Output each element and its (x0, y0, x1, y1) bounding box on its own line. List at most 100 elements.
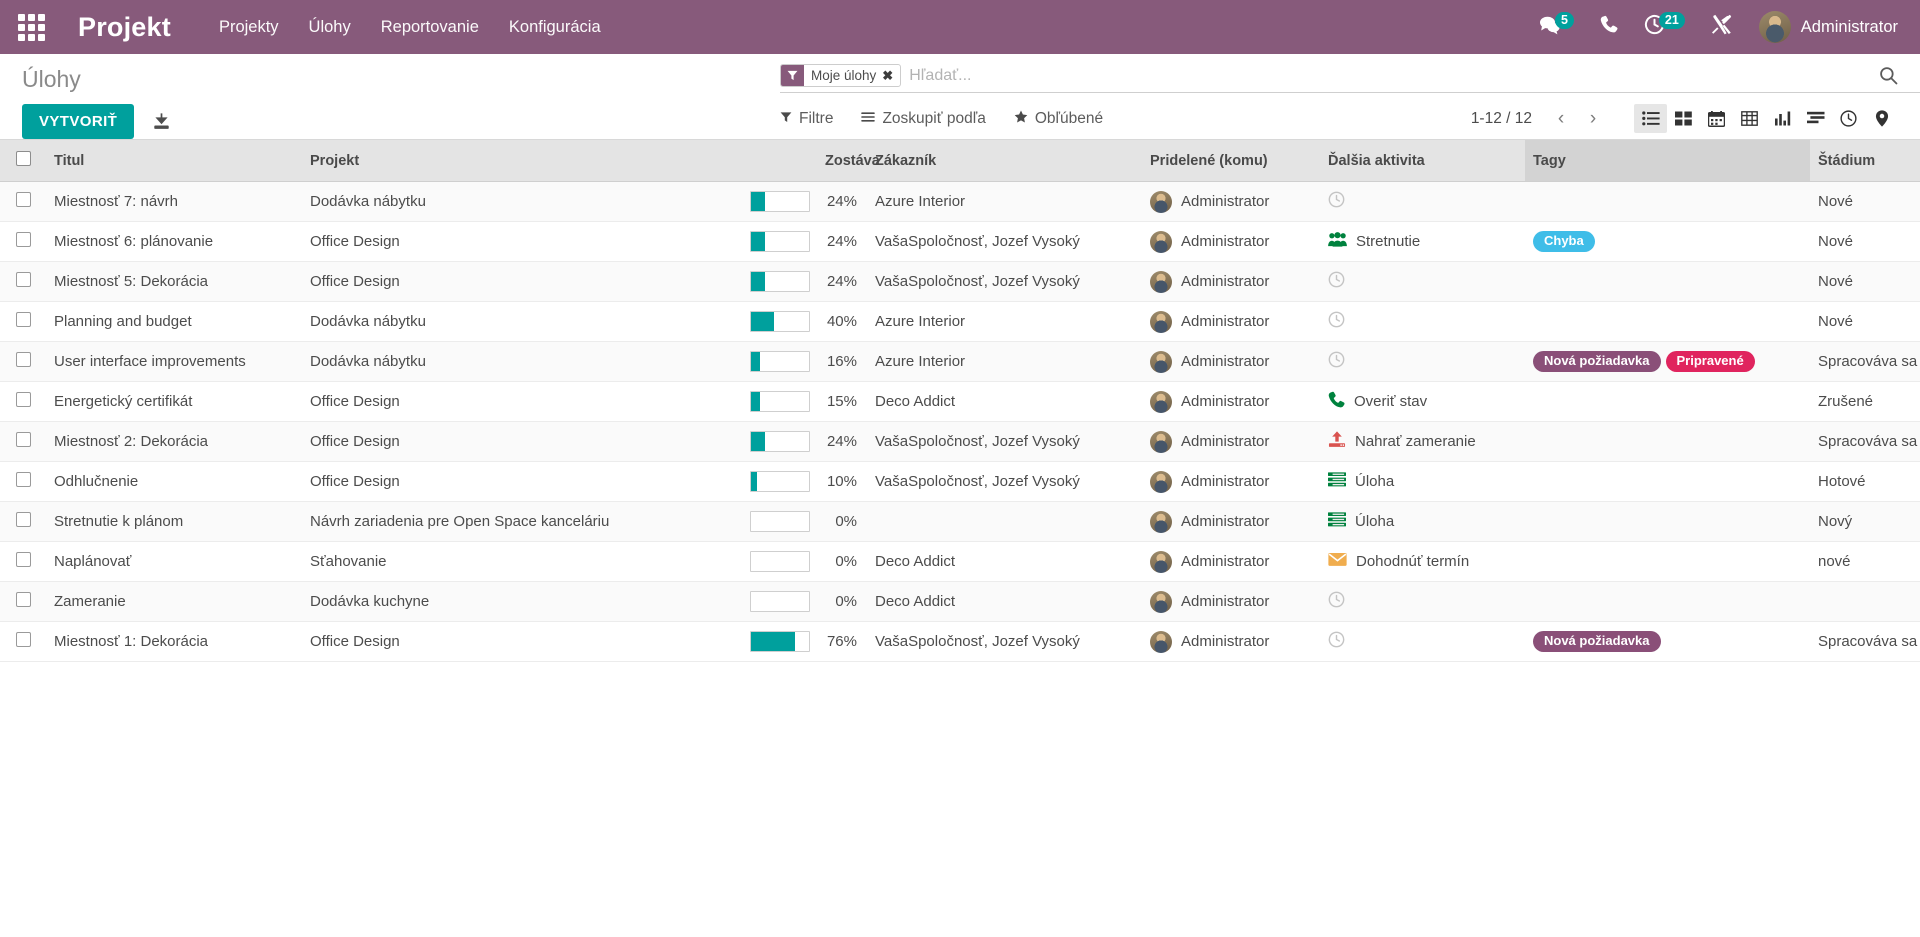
column-header-dalsia-aktivita[interactable]: Ďalšia aktivita (1320, 140, 1525, 182)
cell-activity[interactable] (1320, 622, 1525, 662)
column-header-zostava[interactable]: Zostáva (817, 140, 880, 182)
cell-tags (1525, 382, 1810, 422)
debug-tools-button[interactable] (1711, 14, 1733, 41)
row-checkbox[interactable] (16, 392, 31, 407)
table-row[interactable]: Miestnosť 7: návrh Dodávka nábytku 24% Azur… (0, 181, 1920, 222)
kanban-squares-icon[interactable] (1667, 104, 1700, 133)
favorites-dropdown[interactable]: Obľúbené (1014, 110, 1103, 128)
cell-remaining: 15% (817, 382, 867, 422)
bar-chart-icon[interactable] (1766, 104, 1799, 133)
cell-activity[interactable]: Stretnutie (1320, 222, 1525, 262)
cell-project: Office Design (310, 433, 400, 450)
calendar-icon[interactable] (1700, 104, 1733, 133)
brand-title[interactable]: Projekt (78, 12, 171, 43)
row-checkbox[interactable] (16, 552, 31, 567)
clock-icon[interactable] (1832, 104, 1865, 133)
row-checkbox[interactable] (16, 512, 31, 527)
tag-badge[interactable]: Chyba (1533, 230, 1595, 253)
table-row[interactable]: Miestnosť 6: plánovanie Office Design 24% V… (0, 221, 1920, 262)
column-header-tagy[interactable]: Tagy (1525, 140, 1810, 182)
assignee-name: Administrator (1181, 633, 1270, 650)
search-magnifier-icon[interactable] (1871, 66, 1898, 85)
cell-activity[interactable]: Úloha (1320, 462, 1525, 502)
row-checkbox[interactable] (16, 272, 31, 287)
apps-grid-icon[interactable] (14, 10, 48, 44)
assignee-avatar (1150, 630, 1172, 653)
table-row[interactable]: Planning and budget Dodávka nábytku 40% Azu… (0, 301, 1920, 342)
tag-badge[interactable]: Pripravené (1665, 350, 1755, 373)
row-select-cell (0, 502, 46, 542)
close-x-icon[interactable]: ✖ (881, 65, 900, 86)
cell-activity[interactable] (1320, 582, 1525, 622)
cell-activity[interactable]: Overiť stav (1320, 382, 1525, 422)
table-row[interactable]: Zameranie Dodávka kuchyne 0% Deco Addict Adm… (0, 581, 1920, 622)
filters-dropdown[interactable]: Filtre (780, 110, 833, 128)
view-switcher (1634, 104, 1898, 133)
select-all-checkbox[interactable] (16, 151, 31, 166)
tag-badge[interactable]: Nová požiadavka (1533, 350, 1661, 373)
row-checkbox[interactable] (16, 632, 31, 647)
filter-facet-moje-ulohy[interactable]: Moje úlohy ✖ (780, 64, 902, 87)
menu-item-ulohy[interactable]: Úlohy (309, 18, 351, 37)
table-grid-icon[interactable] (1733, 104, 1766, 133)
cell-activity[interactable]: Úloha (1320, 502, 1525, 542)
cell-progress (742, 462, 817, 502)
tag-badge[interactable]: Nová požiadavka (1533, 630, 1661, 653)
activities-button[interactable]: 21 (1644, 11, 1685, 40)
phone-button[interactable] (1600, 15, 1618, 40)
groupby-dropdown[interactable]: Zoskupiť podľa (861, 110, 986, 128)
column-header-zakaznik[interactable]: Zákazník (867, 140, 1142, 182)
list-icon[interactable] (1634, 104, 1667, 133)
column-header-stadium[interactable]: Štádium (1810, 140, 1920, 182)
column-header-pridelene[interactable]: Pridelené (komu) (1142, 140, 1320, 182)
cell-tags: Chyba (1525, 222, 1810, 262)
assignee-name: Administrator (1181, 473, 1270, 490)
row-checkbox[interactable] (16, 192, 31, 207)
table-row[interactable]: Energetický certifikát Office Design 15% De… (0, 381, 1920, 422)
cell-activity[interactable]: Nahrať zameranie (1320, 422, 1525, 462)
cell-progress (742, 182, 817, 222)
messages-button[interactable]: 5 (1539, 11, 1574, 40)
cell-activity[interactable] (1320, 342, 1525, 382)
table-row[interactable]: Naplánovať Sťahovanie 0% Deco Addict Adminis… (0, 541, 1920, 582)
cell-activity[interactable] (1320, 262, 1525, 302)
create-button[interactable]: VYTVORIŤ (22, 104, 135, 139)
column-header-titul[interactable]: Titul (46, 140, 302, 182)
cell-activity[interactable]: Dohodnúť termín (1320, 542, 1525, 582)
assignee-avatar (1150, 230, 1172, 253)
table-row[interactable]: Odhlučnenie Office Design 10% VašaSpoločnos… (0, 461, 1920, 502)
row-checkbox[interactable] (16, 312, 31, 327)
user-menu[interactable]: Administrator (1758, 11, 1898, 43)
menu-item-projekty[interactable]: Projekty (219, 18, 279, 37)
envelope-icon (1328, 552, 1347, 571)
table-row[interactable]: Miestnosť 5: Dekorácia Office Design 24% Va… (0, 261, 1920, 302)
search-view: Moje úlohy ✖ (780, 64, 1920, 93)
cell-remaining: 10% (817, 462, 867, 502)
row-checkbox[interactable] (16, 232, 31, 247)
row-checkbox[interactable] (16, 352, 31, 367)
cell-activity[interactable] (1320, 302, 1525, 342)
row-checkbox[interactable] (16, 592, 31, 607)
table-row[interactable]: Stretnutie k plánom Návrh zariadenia pre … (0, 501, 1920, 542)
cell-activity[interactable] (1320, 182, 1525, 222)
row-checkbox[interactable] (16, 432, 31, 447)
row-checkbox[interactable] (16, 472, 31, 487)
table-row[interactable]: User interface improvements Dodávka nábyt… (0, 341, 1920, 382)
menu-item-konfiguracia[interactable]: Konfigurácia (509, 18, 601, 37)
column-header-projekt[interactable]: Projekt (302, 140, 742, 182)
remaining-percent: 16% (826, 353, 857, 370)
remaining-percent: 15% (826, 393, 857, 410)
cell-tags (1525, 502, 1810, 542)
menu-item-reportovanie[interactable]: Reportovanie (381, 18, 479, 37)
cell-title: Miestnosť 7: návrh (54, 193, 179, 210)
download-import-icon[interactable] (152, 112, 171, 131)
search-input[interactable] (909, 65, 1871, 86)
table-row[interactable]: Miestnosť 1: Dekorácia Office Design 76% Va… (0, 621, 1920, 662)
chevron-right-icon[interactable]: › (1580, 106, 1606, 132)
remaining-percent: 76% (826, 633, 857, 650)
gantt-bars-icon[interactable] (1799, 104, 1832, 133)
remaining-percent: 0% (835, 513, 857, 530)
table-row[interactable]: Miestnosť 2: Dekorácia Office Design 24% Va… (0, 421, 1920, 462)
chevron-left-icon[interactable]: ‹ (1548, 106, 1574, 132)
map-pin-icon[interactable] (1865, 104, 1898, 133)
